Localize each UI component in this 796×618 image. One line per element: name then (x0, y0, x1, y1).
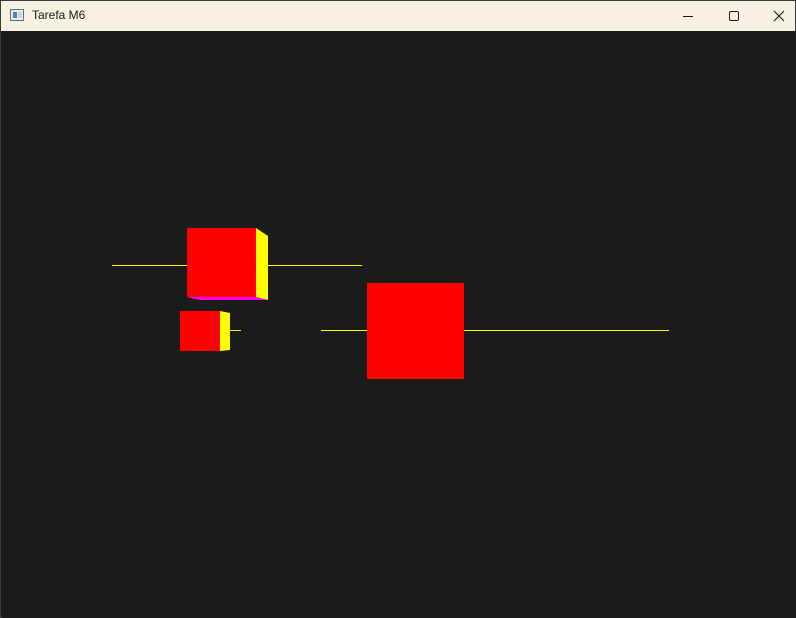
cube-large-right (367, 283, 464, 379)
minimize-icon (683, 16, 693, 17)
cube-small (180, 311, 230, 351)
close-icon (773, 10, 785, 22)
cube-front-face (187, 228, 256, 297)
render-canvas[interactable] (2, 31, 796, 618)
cube-bottom-face (187, 297, 268, 300)
cube-side-face (256, 228, 268, 300)
window-title: Tarefa M6 (32, 8, 86, 22)
title-bar[interactable]: Tarefa M6 (1, 1, 795, 31)
scene-svg (112, 228, 669, 379)
minimize-button[interactable] (665, 1, 711, 31)
app-window-icon (10, 9, 24, 21)
cube-front-face (180, 311, 220, 351)
cube-front-face (367, 283, 464, 379)
maximize-button[interactable] (711, 1, 757, 31)
app-window: Tarefa M6 (0, 0, 796, 618)
cube-upper-left (187, 228, 268, 300)
close-button[interactable] (756, 1, 796, 31)
cube-side-face (220, 311, 230, 351)
maximize-icon (729, 11, 739, 21)
